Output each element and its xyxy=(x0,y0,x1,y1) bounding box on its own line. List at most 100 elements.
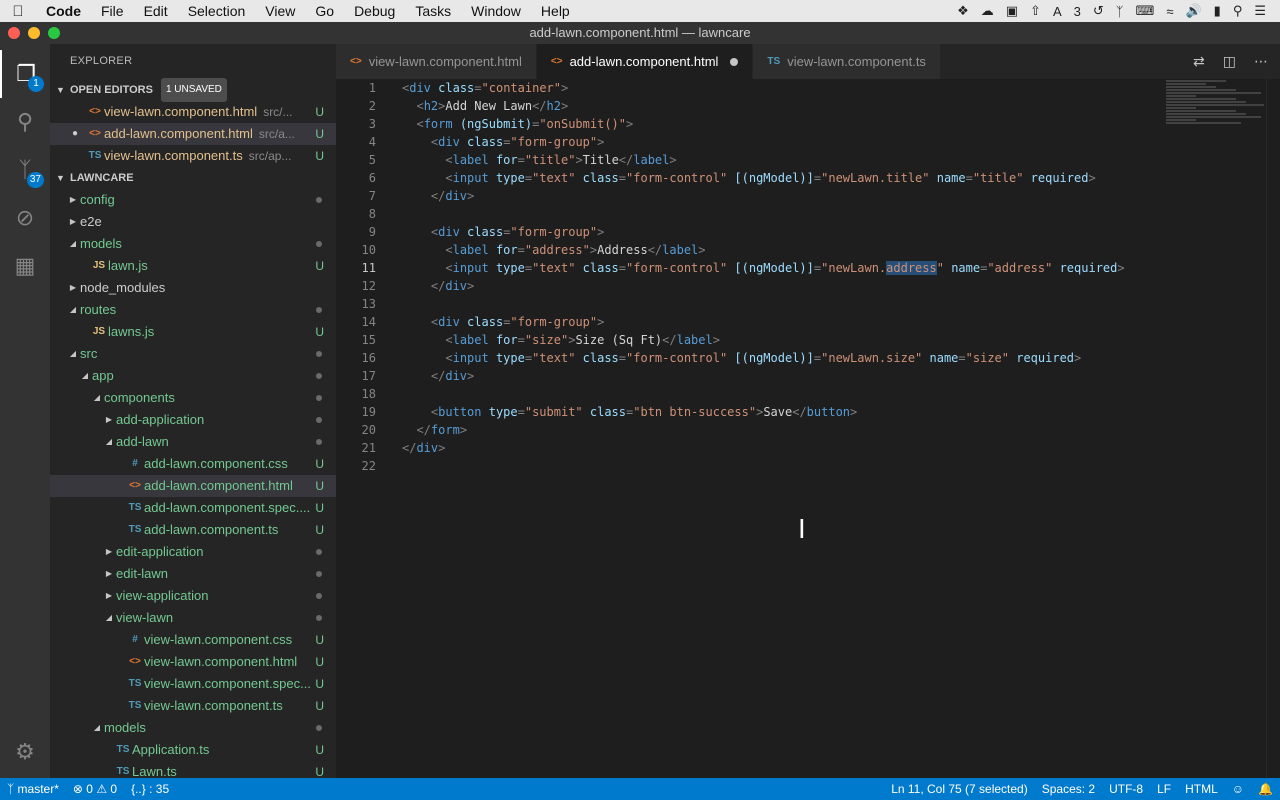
code-line[interactable]: <h2>Add New Lawn</h2> xyxy=(402,97,1125,115)
file-item[interactable]: # view-lawn.component.css U xyxy=(50,629,336,651)
editor-tab[interactable]: TS view-lawn.component.ts xyxy=(753,44,941,79)
cursor-position[interactable]: Ln 11, Col 75 (7 selected) xyxy=(884,778,1035,800)
editor-tab[interactable]: <> view-lawn.component.html xyxy=(336,44,537,79)
open-editors-header[interactable]: ▼ OPEN EDITORS 1 UNSAVED xyxy=(50,78,336,102)
folder-item[interactable]: ◢ models xyxy=(50,717,336,739)
file-item[interactable]: TS Lawn.ts U xyxy=(50,761,336,778)
file-item[interactable]: TS add-lawn.component.ts U xyxy=(50,519,336,541)
notifications-icon[interactable]: 🔔 xyxy=(1251,778,1280,800)
problems-indicator[interactable]: ⊗ 0 ⚠ 0 xyxy=(66,778,124,800)
indentation[interactable]: Spaces: 2 xyxy=(1035,778,1102,800)
wifi-icon[interactable]: ≈ xyxy=(1160,4,1179,19)
encoding[interactable]: UTF-8 xyxy=(1102,778,1150,800)
file-item[interactable]: <> view-lawn.component.html U xyxy=(50,651,336,673)
code-line[interactable]: <button type="submit" class="btn btn-suc… xyxy=(402,403,1125,421)
folder-item[interactable]: ▶ config xyxy=(50,189,336,211)
file-item[interactable]: <> add-lawn.component.html U xyxy=(50,475,336,497)
open-editor-item[interactable]: ● <> add-lawn.component.html src/a... U xyxy=(50,123,336,145)
code-line[interactable]: <label for="address">Address</label> xyxy=(402,241,1125,259)
folder-item[interactable]: ▶ edit-application xyxy=(50,541,336,563)
explorer-icon[interactable]: ❐ 1 xyxy=(0,50,50,98)
keyboard-icon[interactable]: ⌨ xyxy=(1130,3,1161,19)
folder-item[interactable]: ◢ add-lawn xyxy=(50,431,336,453)
file-item[interactable]: JS lawns.js U xyxy=(50,321,336,343)
search-icon[interactable]: ⚲ xyxy=(1227,3,1249,19)
folder-item[interactable]: ▶ edit-lawn xyxy=(50,563,336,585)
battery-icon[interactable]: ▮ xyxy=(1208,3,1227,19)
close-window-button[interactable] xyxy=(8,27,20,39)
file-item[interactable]: TS view-lawn.component.spec... U xyxy=(50,673,336,695)
camera-icon[interactable]: ▣ xyxy=(1000,3,1024,19)
file-item[interactable]: TS add-lawn.component.spec.... U xyxy=(50,497,336,519)
code-line[interactable]: <input type="text" class="form-control" … xyxy=(402,169,1125,187)
end-of-line[interactable]: LF xyxy=(1150,778,1178,800)
folder-item[interactable]: ◢ view-lawn xyxy=(50,607,336,629)
debug-icon[interactable]: ⊘ xyxy=(0,194,50,242)
symbols-indicator[interactable]: {..} : 35 xyxy=(124,778,176,800)
code-line[interactable]: <div class="container"> xyxy=(402,79,1125,97)
code-line[interactable] xyxy=(402,295,1125,313)
folder-item[interactable]: ◢ routes xyxy=(50,299,336,321)
menu-file[interactable]: File xyxy=(91,0,134,22)
code-line[interactable]: <div class="form-group"> xyxy=(402,223,1125,241)
code-line[interactable]: <form (ngSubmit)="onSubmit()"> xyxy=(402,115,1125,133)
menu-debug[interactable]: Debug xyxy=(344,0,405,22)
editor-scrollbar[interactable] xyxy=(1266,79,1280,778)
code-line[interactable]: <label for="title">Title</label> xyxy=(402,151,1125,169)
apple-icon[interactable]:  xyxy=(0,3,36,20)
file-item[interactable]: # add-lawn.component.css U xyxy=(50,453,336,475)
file-item[interactable]: TS Application.ts U xyxy=(50,739,336,761)
search-view-icon[interactable]: ⚲ xyxy=(0,98,50,146)
code-line[interactable]: </div> xyxy=(402,277,1125,295)
adobe-icon[interactable]: A xyxy=(1047,4,1068,19)
unsaved-dot-icon[interactable]: ● xyxy=(72,123,78,145)
code-line[interactable]: <input type="text" class="form-control" … xyxy=(402,259,1125,277)
folder-item[interactable]: ◢ models xyxy=(50,233,336,255)
feedback-icon[interactable]: ☺ xyxy=(1225,778,1251,800)
folder-item[interactable]: ▶ node_modules xyxy=(50,277,336,299)
branch-indicator[interactable]: ᛉ master* xyxy=(0,778,66,800)
menu-help[interactable]: Help xyxy=(531,0,580,22)
open-editor-item[interactable]: <> view-lawn.component.html src/... U xyxy=(50,101,336,123)
menu-app[interactable]: Code xyxy=(36,0,91,22)
menu-view[interactable]: View xyxy=(255,0,305,22)
more-actions-icon[interactable]: ⋯ xyxy=(1254,53,1268,70)
folder-item[interactable]: ▶ add-application xyxy=(50,409,336,431)
open-changes-icon[interactable]: ⇄ xyxy=(1193,53,1205,70)
code-editor[interactable]: 1 2 3 4 5 6 7 8 9 10 11 12 13 14 15 16 17 18 19 20 21 22 <div… xyxy=(336,79,1280,778)
volume-icon[interactable]: 🔊 xyxy=(1179,3,1207,19)
code-line[interactable]: <div class="form-group"> xyxy=(402,313,1125,331)
folder-item[interactable]: ◢ components xyxy=(50,387,336,409)
time-machine-icon[interactable]: ↺ xyxy=(1087,3,1110,19)
split-editor-icon[interactable]: ◫ xyxy=(1223,53,1236,70)
dropbox-icon[interactable]: ❖ xyxy=(951,3,975,19)
folder-item[interactable]: ◢ app xyxy=(50,365,336,387)
menu-go[interactable]: Go xyxy=(305,0,344,22)
bluetooth-icon[interactable]: ᛉ xyxy=(1110,4,1130,19)
folder-item[interactable]: ◢ src xyxy=(50,343,336,365)
share-icon[interactable]: ⇧ xyxy=(1024,3,1047,19)
cloud-icon[interactable]: ☁ xyxy=(975,3,1000,19)
folder-item[interactable]: ▶ view-application xyxy=(50,585,336,607)
code-line[interactable] xyxy=(402,385,1125,403)
menu-tasks[interactable]: Tasks xyxy=(405,0,461,22)
file-item[interactable]: JS lawn.js U xyxy=(50,255,336,277)
source-control-icon[interactable]: ᛉ 37 xyxy=(0,146,50,194)
editor-tab[interactable]: <> add-lawn.component.html xyxy=(536,44,754,79)
code-line[interactable]: </div> xyxy=(402,187,1125,205)
code-line[interactable] xyxy=(402,205,1125,223)
list-icon[interactable]: ☰ xyxy=(1248,3,1272,19)
minimize-window-button[interactable] xyxy=(28,27,40,39)
code-line[interactable]: </div> xyxy=(402,439,1125,457)
code-line[interactable]: </div> xyxy=(402,367,1125,385)
minimap[interactable] xyxy=(1166,79,1266,129)
file-item[interactable]: TS view-lawn.component.ts U xyxy=(50,695,336,717)
folder-item[interactable]: ▶ e2e xyxy=(50,211,336,233)
code-line[interactable]: </form> xyxy=(402,421,1125,439)
unsaved-dot-icon[interactable] xyxy=(730,57,739,66)
project-header[interactable]: ▼ LAWNCARE xyxy=(50,167,336,189)
tray-count[interactable]: 3 xyxy=(1068,4,1087,19)
code-line[interactable]: <input type="text" class="form-control" … xyxy=(402,349,1125,367)
language-mode[interactable]: HTML xyxy=(1178,778,1225,800)
code-area[interactable]: <div class="container"> <h2>Add New Lawn… xyxy=(402,79,1125,475)
